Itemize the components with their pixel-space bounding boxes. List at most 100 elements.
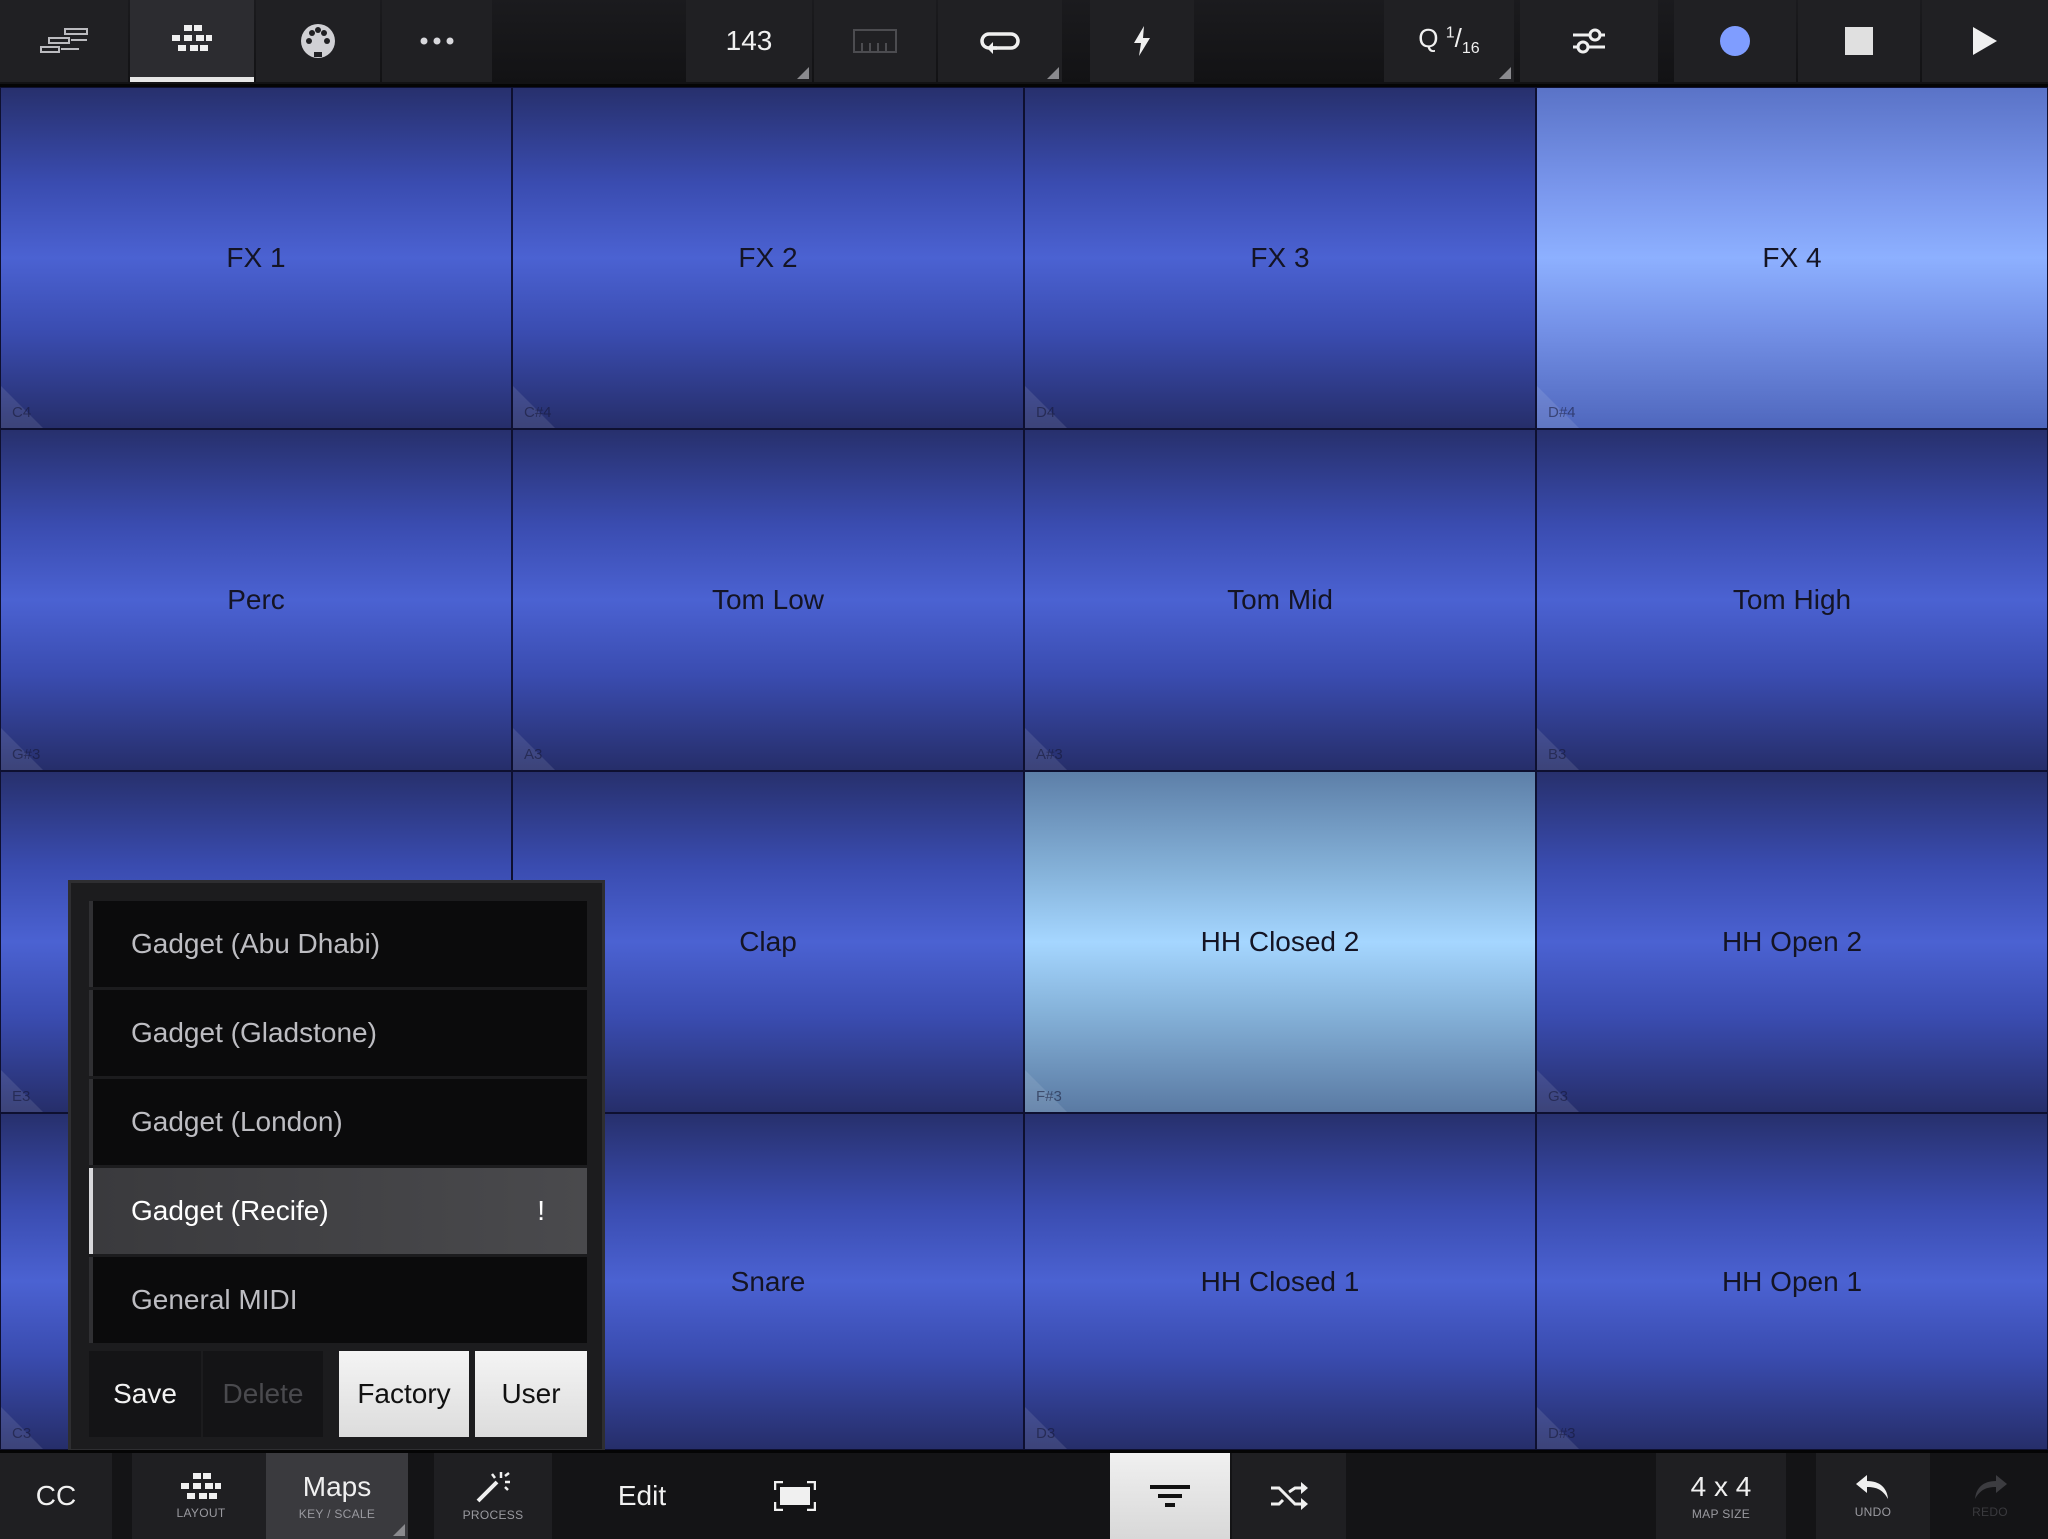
tab-sequencer[interactable] bbox=[0, 0, 128, 82]
undo-label: UNDO bbox=[1854, 1505, 1892, 1519]
pad-name: HH Open 2 bbox=[1721, 926, 1863, 957]
map-size-button[interactable]: 4 x 4 MAP SIZE bbox=[1656, 1453, 1786, 1539]
metronome-icon bbox=[853, 29, 897, 53]
bolt-button[interactable] bbox=[1090, 0, 1194, 82]
bottom-toolbar: CC LAYOUT Maps KEY / SCALE PROCESS Edit bbox=[0, 1450, 2048, 1539]
metronome-button[interactable] bbox=[814, 0, 936, 82]
save-button[interactable]: Save bbox=[89, 1351, 201, 1437]
pad-note: D#3 bbox=[1548, 1425, 1576, 1442]
process-button[interactable]: PROCESS bbox=[434, 1453, 552, 1539]
redo-label: REDO bbox=[1972, 1505, 2008, 1519]
sequencer-icon bbox=[40, 28, 88, 53]
pad-name: FX 2 bbox=[738, 242, 798, 273]
magic-wand-icon bbox=[476, 1472, 510, 1503]
layout-icon bbox=[181, 1473, 221, 1499]
pad[interactable]: Tom High B3 bbox=[1536, 429, 2048, 771]
layout-button[interactable]: LAYOUT bbox=[132, 1453, 270, 1539]
map-item[interactable]: Gadget (Gladstone) bbox=[89, 990, 587, 1076]
map-item-label: Gadget (London) bbox=[131, 1106, 343, 1137]
layout-label: LAYOUT bbox=[176, 1506, 226, 1520]
pad-name: Tom High bbox=[1732, 584, 1852, 615]
pad-note: G#3 bbox=[12, 746, 41, 763]
quantize-prefix: Q bbox=[1418, 23, 1439, 54]
pad-name: Tom Low bbox=[711, 584, 825, 615]
pad-note: E3 bbox=[12, 1088, 31, 1105]
tab-midi[interactable] bbox=[256, 0, 380, 82]
tempo-button[interactable]: 143 bbox=[686, 0, 812, 82]
maps-button[interactable]: Maps KEY / SCALE bbox=[266, 1453, 408, 1539]
mixer-button[interactable] bbox=[1520, 0, 1658, 82]
map-item-selected[interactable]: Gadget (Recife) ! bbox=[89, 1168, 587, 1254]
user-button[interactable]: User bbox=[475, 1351, 587, 1437]
top-toolbar: 143 Q 1/16 bbox=[0, 0, 2048, 87]
pad[interactable]: HH Closed 1 D3 bbox=[1024, 1113, 1536, 1450]
loop-button[interactable] bbox=[938, 0, 1062, 82]
pad[interactable]: FX 1 C4 bbox=[0, 87, 512, 429]
pad[interactable]: HH Open 1 D#3 bbox=[1536, 1113, 2048, 1450]
map-item[interactable]: General MIDI bbox=[89, 1257, 587, 1343]
shuffle-icon bbox=[1271, 1482, 1308, 1510]
delete-button[interactable]: Delete bbox=[203, 1351, 323, 1437]
quantize-value: Q 1/16 bbox=[1418, 23, 1480, 58]
pad[interactable]: HH Closed 2 F#3 bbox=[1024, 771, 1536, 1113]
pad-name: HH Open 1 bbox=[1721, 1265, 1863, 1297]
shuffle-button[interactable] bbox=[1232, 1453, 1346, 1539]
map-item-label: Gadget (Recife) bbox=[131, 1195, 329, 1226]
pad[interactable]: Perc G#3 bbox=[0, 429, 512, 771]
pad[interactable]: FX 3 D4 bbox=[1024, 87, 1536, 429]
filter-button[interactable] bbox=[1110, 1453, 1230, 1539]
pad-note: A#3 bbox=[1036, 746, 1063, 763]
map-size-value: 4 x 4 bbox=[1690, 1471, 1752, 1502]
stop-button[interactable] bbox=[1798, 0, 1920, 82]
pad-note: C4 bbox=[12, 404, 32, 421]
undo-button[interactable]: UNDO bbox=[1816, 1453, 1930, 1539]
pad-name: HH Closed 1 bbox=[1200, 1265, 1360, 1297]
tab-pads[interactable] bbox=[130, 0, 254, 82]
pad-name: FX 1 bbox=[226, 242, 286, 273]
pad-name: FX 3 bbox=[1250, 242, 1310, 273]
fullscreen-icon bbox=[774, 1481, 816, 1511]
maps-label: Maps bbox=[302, 1471, 372, 1502]
pad-note: D4 bbox=[1036, 404, 1056, 421]
map-item[interactable]: Gadget (London) bbox=[89, 1079, 587, 1165]
pad[interactable]: FX 2 C#4 bbox=[512, 87, 1024, 429]
pad-name: HH Closed 2 bbox=[1200, 926, 1360, 957]
redo-button[interactable]: REDO bbox=[1932, 1453, 2048, 1539]
pad-note: C3 bbox=[12, 1425, 32, 1442]
quantize-denominator: 16 bbox=[1461, 40, 1480, 58]
edit-label: Edit bbox=[617, 1480, 667, 1511]
play-icon bbox=[1973, 27, 1997, 55]
process-label: PROCESS bbox=[462, 1508, 524, 1522]
pad-name: FX 4 bbox=[1762, 242, 1822, 273]
record-icon bbox=[1720, 26, 1750, 56]
pad-note: D3 bbox=[1036, 1425, 1056, 1442]
record-button[interactable] bbox=[1674, 0, 1796, 82]
pad-name: Tom Mid bbox=[1227, 584, 1333, 615]
more-icon bbox=[420, 37, 454, 45]
pad-name: Perc bbox=[227, 584, 285, 615]
tab-more[interactable] bbox=[382, 0, 492, 82]
maps-popup: Gadget (Abu Dhabi) Gadget (Gladstone) Ga… bbox=[68, 880, 605, 1452]
pad-note: B3 bbox=[1548, 746, 1567, 763]
pad-note: D#4 bbox=[1548, 404, 1576, 421]
maps-sublabel: KEY / SCALE bbox=[298, 1507, 376, 1521]
undo-icon bbox=[1856, 1475, 1888, 1499]
pad[interactable]: Tom Mid A#3 bbox=[1024, 429, 1536, 771]
map-item-label: Gadget (Abu Dhabi) bbox=[131, 928, 381, 959]
pad-note: A3 bbox=[524, 746, 543, 763]
pads-icon bbox=[172, 24, 212, 51]
pad-note: G3 bbox=[1548, 1088, 1569, 1105]
quantize-button[interactable]: Q 1/16 bbox=[1384, 0, 1514, 82]
map-size-label: MAP SIZE bbox=[1691, 1507, 1751, 1521]
factory-button[interactable]: Factory bbox=[339, 1351, 469, 1437]
map-item[interactable]: Gadget (Abu Dhabi) bbox=[89, 901, 587, 987]
map-item-label: Gadget (Gladstone) bbox=[131, 1017, 377, 1048]
play-button[interactable] bbox=[1922, 0, 2048, 82]
fullscreen-button[interactable] bbox=[738, 1453, 852, 1539]
cc-button[interactable]: CC bbox=[0, 1453, 112, 1539]
pad[interactable]: HH Open 2 G3 bbox=[1536, 771, 2048, 1113]
pad[interactable]: FX 4 D#4 bbox=[1536, 87, 2048, 429]
quantize-numerator: 1 bbox=[1445, 24, 1455, 42]
edit-button[interactable]: Edit bbox=[582, 1453, 702, 1539]
pad[interactable]: Tom Low A3 bbox=[512, 429, 1024, 771]
